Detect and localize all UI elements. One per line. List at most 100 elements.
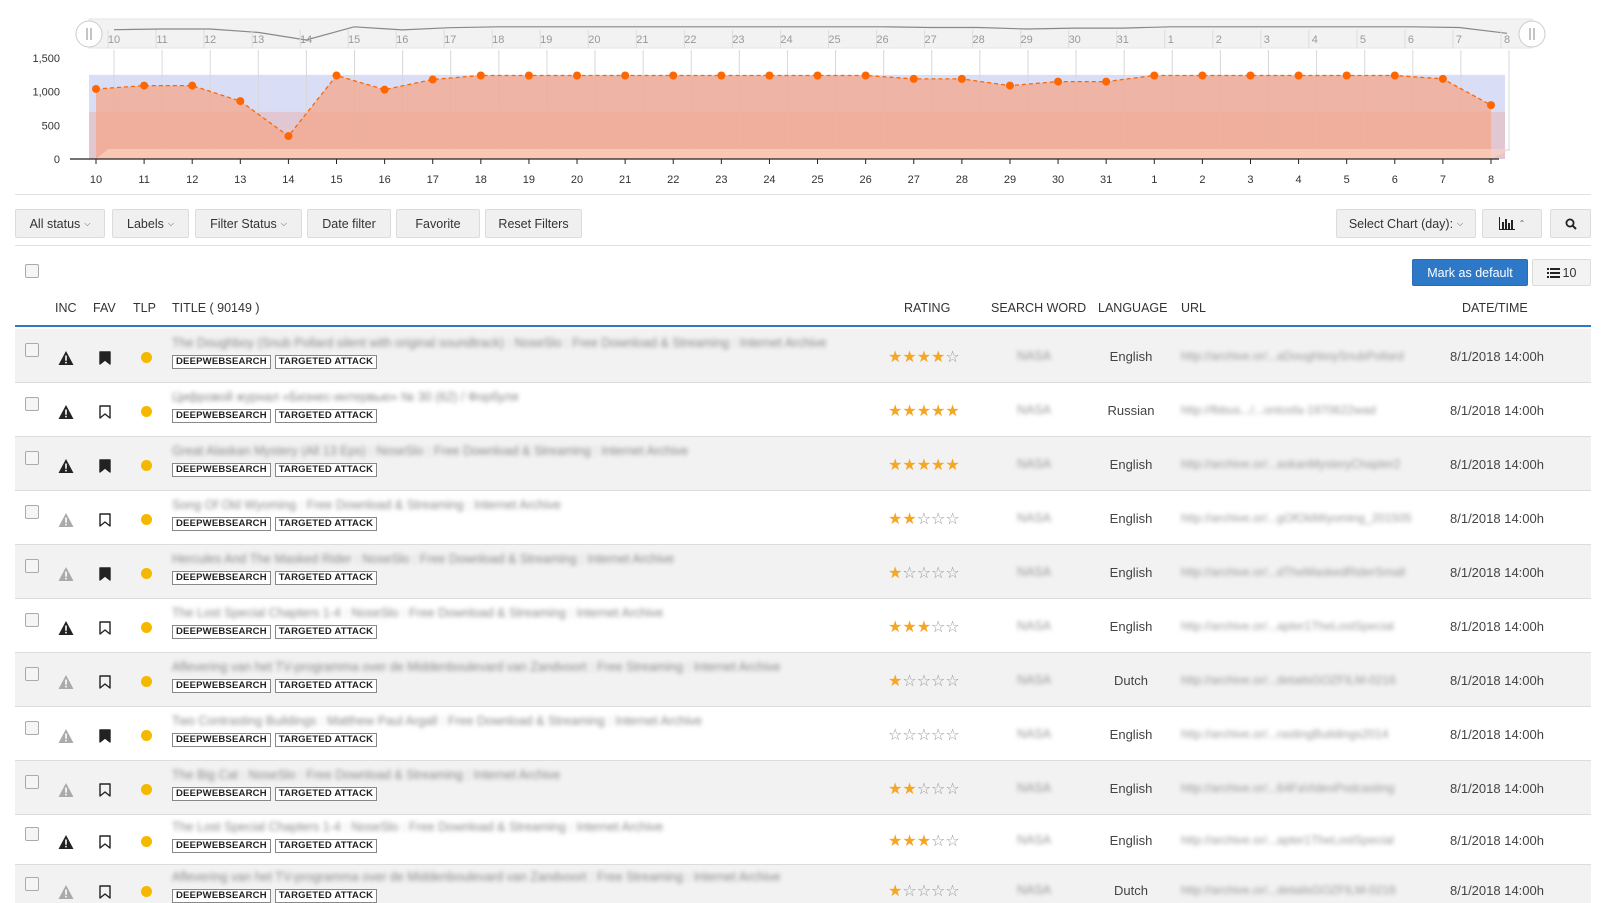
label-tag[interactable]: DEEPWEBSEARCH xyxy=(172,679,271,693)
filter-status-dropdown[interactable]: Filter Status ⌵ xyxy=(195,209,302,238)
all-status-dropdown[interactable]: All status ⌵ xyxy=(15,209,105,238)
bookmark-icon[interactable] xyxy=(99,567,111,581)
reset-filters-button[interactable]: Reset Filters xyxy=(485,209,582,238)
row-title[interactable]: Hercules And The Masked Rider : NoseSlo … xyxy=(172,552,674,566)
row-checkbox[interactable] xyxy=(25,775,39,789)
chart-toggle-button[interactable]: ⌃ xyxy=(1482,209,1542,238)
row-url[interactable]: http://archive.or/...dTheMaskedRiderSmal… xyxy=(1181,565,1405,579)
rating-stars[interactable]: ★★★★★ xyxy=(888,401,960,421)
label-tag[interactable]: TARGETED ATTACK xyxy=(274,517,378,531)
label-tag[interactable]: DEEPWEBSEARCH xyxy=(172,571,271,585)
bookmark-icon[interactable] xyxy=(99,885,111,899)
navigator-handle-left[interactable] xyxy=(75,20,103,48)
row-url[interactable]: http://archive.or/...askanMysteryChapter… xyxy=(1181,457,1400,471)
label-tag[interactable]: TARGETED ATTACK xyxy=(274,571,378,585)
page-size-button[interactable]: 10 xyxy=(1532,259,1591,286)
column-header-datetime[interactable]: DATE/TIME xyxy=(1462,301,1528,315)
row-checkbox[interactable] xyxy=(25,721,39,735)
label-tag[interactable]: DEEPWEBSEARCH xyxy=(172,787,271,801)
column-header-fav[interactable]: FAV xyxy=(93,301,116,315)
row-url[interactable]: http://archive.or/...aDoughboySnubPollar… xyxy=(1181,349,1404,363)
label-tag[interactable]: DEEPWEBSEARCH xyxy=(172,889,271,903)
row-checkbox[interactable] xyxy=(25,505,39,519)
bookmark-icon[interactable] xyxy=(99,459,111,473)
label-tag[interactable]: DEEPWEBSEARCH xyxy=(172,355,271,369)
bookmark-icon[interactable] xyxy=(99,405,111,419)
rating-stars[interactable]: ★☆☆☆☆ xyxy=(888,671,960,691)
label-tag[interactable]: DEEPWEBSEARCH xyxy=(172,463,271,477)
bookmark-icon[interactable] xyxy=(99,513,111,527)
column-header-title[interactable]: TITLE ( 90149 ) xyxy=(172,301,260,315)
table-row[interactable]: Цифровой журнал «Бизнес-интервью» № 30 (… xyxy=(15,383,1591,437)
label-tag[interactable]: TARGETED ATTACK xyxy=(274,733,378,747)
label-tag[interactable]: TARGETED ATTACK xyxy=(274,409,378,423)
label-tag[interactable]: DEEPWEBSEARCH xyxy=(172,517,271,531)
column-header-language[interactable]: LANGUAGE xyxy=(1098,301,1167,315)
date-filter-button[interactable]: Date filter xyxy=(307,209,391,238)
label-tag[interactable]: DEEPWEBSEARCH xyxy=(172,839,271,853)
table-row[interactable]: Two Contrasting Buildings : Matthew Paul… xyxy=(15,707,1591,761)
select-all-checkbox[interactable] xyxy=(25,264,39,278)
row-checkbox[interactable] xyxy=(25,827,39,841)
row-checkbox[interactable] xyxy=(25,877,39,891)
row-checkbox[interactable] xyxy=(25,397,39,411)
table-row[interactable]: Hercules And The Masked Rider : NoseSlo … xyxy=(15,545,1591,599)
rating-stars[interactable]: ★★★★★ xyxy=(888,455,960,475)
column-header-tlp[interactable]: TLP xyxy=(133,301,156,315)
row-url[interactable]: http://archive.or/...detailsGOZFILM-0216 xyxy=(1181,883,1396,897)
row-title[interactable]: The Lost Special Chapters 1-4 : NoseSlo … xyxy=(172,820,663,834)
column-header-inc[interactable]: INC xyxy=(55,301,77,315)
label-tag[interactable]: TARGETED ATTACK xyxy=(274,463,378,477)
rating-stars[interactable]: ★★★★☆ xyxy=(888,347,960,367)
row-url[interactable]: http://archive.or/...gOfOldWyoming_20150… xyxy=(1181,511,1412,525)
label-tag[interactable]: TARGETED ATTACK xyxy=(274,625,378,639)
table-row[interactable]: The Big Cat : NoseSlo : Free Download & … xyxy=(15,761,1591,815)
labels-dropdown[interactable]: Labels ⌵ xyxy=(112,209,189,238)
row-title[interactable]: The Big Cat : NoseSlo : Free Download & … xyxy=(172,768,560,782)
rating-stars[interactable]: ★☆☆☆☆ xyxy=(888,563,960,583)
rating-stars[interactable]: ☆☆☆☆☆ xyxy=(888,725,960,745)
bookmark-icon[interactable] xyxy=(99,835,111,849)
bookmark-icon[interactable] xyxy=(99,351,111,365)
rating-stars[interactable]: ★★★☆☆ xyxy=(888,831,960,851)
rating-stars[interactable]: ★★☆☆☆ xyxy=(888,509,960,529)
bookmark-icon[interactable] xyxy=(99,675,111,689)
table-row[interactable]: Song Of Old Wyoming : Free Download & St… xyxy=(15,491,1591,545)
search-button[interactable] xyxy=(1550,209,1591,238)
row-url[interactable]: http://archive.or/...apter1TheLostSpecia… xyxy=(1181,833,1394,847)
rating-stars[interactable]: ★☆☆☆☆ xyxy=(888,881,960,901)
table-row[interactable]: Aflevering van het TV-programma over de … xyxy=(15,865,1591,903)
table-row[interactable]: The Doughboy (Snub Pollard silent with o… xyxy=(15,329,1591,383)
row-title[interactable]: Aflevering van het TV-programma over de … xyxy=(172,660,780,674)
table-row[interactable]: The Lost Special Chapters 1-4 : NoseSlo … xyxy=(15,815,1591,865)
rating-stars[interactable]: ★★★☆☆ xyxy=(888,617,960,637)
bookmark-icon[interactable] xyxy=(99,621,111,635)
row-title[interactable]: Цифровой журнал «Бизнес-интервью» № 30 (… xyxy=(172,390,518,404)
row-checkbox[interactable] xyxy=(25,667,39,681)
row-url[interactable]: http://archive.or/...detailsGOZFILM-0216 xyxy=(1181,673,1396,687)
label-tag[interactable]: TARGETED ATTACK xyxy=(274,679,378,693)
navigator-handle-right[interactable] xyxy=(1518,20,1546,48)
row-checkbox[interactable] xyxy=(25,343,39,357)
mark-as-default-button[interactable]: Mark as default xyxy=(1412,259,1528,286)
bookmark-icon[interactable] xyxy=(99,729,111,743)
row-title[interactable]: Song Of Old Wyoming : Free Download & St… xyxy=(172,498,561,512)
row-title[interactable]: Two Contrasting Buildings : Matthew Paul… xyxy=(172,714,702,728)
label-tag[interactable]: TARGETED ATTACK xyxy=(274,787,378,801)
label-tag[interactable]: TARGETED ATTACK xyxy=(274,355,378,369)
column-header-url[interactable]: URL xyxy=(1181,301,1206,315)
row-title[interactable]: The Lost Special Chapters 1-4 : NoseSlo … xyxy=(172,606,663,620)
column-header-search-word[interactable]: SEARCH WORD xyxy=(991,301,1086,315)
column-header-rating[interactable]: RATING xyxy=(904,301,950,315)
row-title[interactable]: Great Alaskan Mystery (All 13 Eps) : Nos… xyxy=(172,444,688,458)
row-checkbox[interactable] xyxy=(25,613,39,627)
row-title[interactable]: Aflevering van het TV-programma over de … xyxy=(172,870,780,884)
label-tag[interactable]: TARGETED ATTACK xyxy=(274,839,378,853)
bookmark-icon[interactable] xyxy=(99,783,111,797)
label-tag[interactable]: DEEPWEBSEARCH xyxy=(172,625,271,639)
select-chart-dropdown[interactable]: Select Chart (day): ⌵ xyxy=(1336,209,1476,238)
row-url[interactable]: http://archive.or/...64FaVideoPodcasting xyxy=(1181,781,1394,795)
label-tag[interactable]: TARGETED ATTACK xyxy=(274,889,378,903)
label-tag[interactable]: DEEPWEBSEARCH xyxy=(172,409,271,423)
table-row[interactable]: The Lost Special Chapters 1-4 : NoseSlo … xyxy=(15,599,1591,653)
